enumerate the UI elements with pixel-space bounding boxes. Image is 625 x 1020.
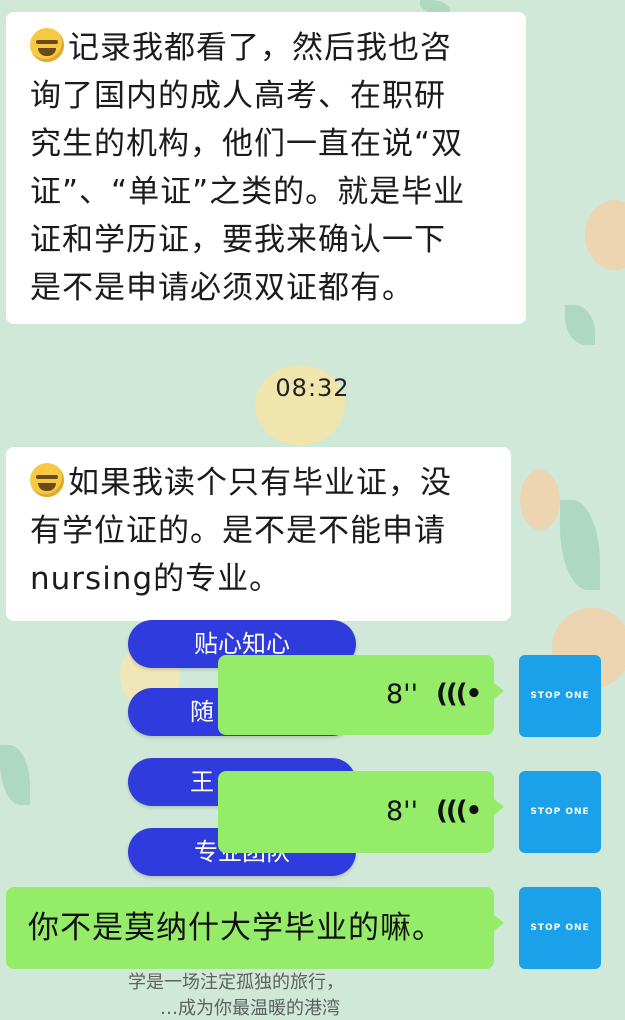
received-message[interactable]: 记录我都看了，然后我也咨 询了国内的成人高考、在职研 究生的机构，他们一直在说“… <box>6 12 526 324</box>
background-flower <box>585 200 625 270</box>
background-caption: 学是一场注定孤独的旅行， <box>128 972 344 993</box>
message-line: nursing的专业。 <box>30 561 282 597</box>
background-flower <box>520 470 560 530</box>
background-leaf <box>565 305 595 345</box>
voice-message[interactable]: 8'' (((• <box>218 771 504 853</box>
avatar[interactable]: STOP ONE <box>519 887 601 969</box>
message-line: 询了国内的成人高考、在职研 <box>30 78 446 114</box>
chat-timestamp: 08:32 <box>275 374 350 402</box>
message-line: 记录我都看了，然后我也咨 <box>30 24 508 72</box>
crying-laughing-emoji-icon <box>30 463 64 497</box>
voice-duration: 8'' <box>386 796 419 827</box>
message-text: 你不是莫纳什大学毕业的嘛。 <box>28 910 444 946</box>
sent-message[interactable]: 你不是莫纳什大学毕业的嘛。 <box>6 887 504 969</box>
voice-duration: 8'' <box>386 679 419 710</box>
avatar-logo: STOP ONE <box>530 691 590 701</box>
received-message[interactable]: 如果我读个只有毕业证，没 有学位证的。是不是不能申请 nursing的专业。 <box>6 447 511 621</box>
background-leaf <box>0 745 30 805</box>
avatar[interactable]: STOP ONE <box>519 655 601 737</box>
message-line: 究生的机构，他们一直在说“双 <box>30 126 464 162</box>
voice-message[interactable]: 8'' (((• <box>218 655 504 735</box>
crying-laughing-emoji-icon <box>30 28 64 62</box>
background-caption: …成为你最温暖的港湾 <box>160 998 340 1019</box>
voice-wave-icon: (((• <box>436 679 482 709</box>
avatar-logo: STOP ONE <box>530 923 590 933</box>
message-line: 有学位证的。是不是不能申请 <box>30 513 446 549</box>
message-line: 证和学历证，要我来确认一下 <box>30 222 446 258</box>
voice-wave-icon: (((• <box>436 796 482 826</box>
avatar-logo: STOP ONE <box>530 807 590 817</box>
message-line: 是不是申请必须双证都有。 <box>30 270 414 306</box>
background-leaf <box>560 500 600 590</box>
avatar[interactable]: STOP ONE <box>519 771 601 853</box>
message-line: 如果我读个只有毕业证，没 <box>30 459 493 507</box>
message-line: 证”、“单证”之类的。就是毕业 <box>30 174 466 210</box>
